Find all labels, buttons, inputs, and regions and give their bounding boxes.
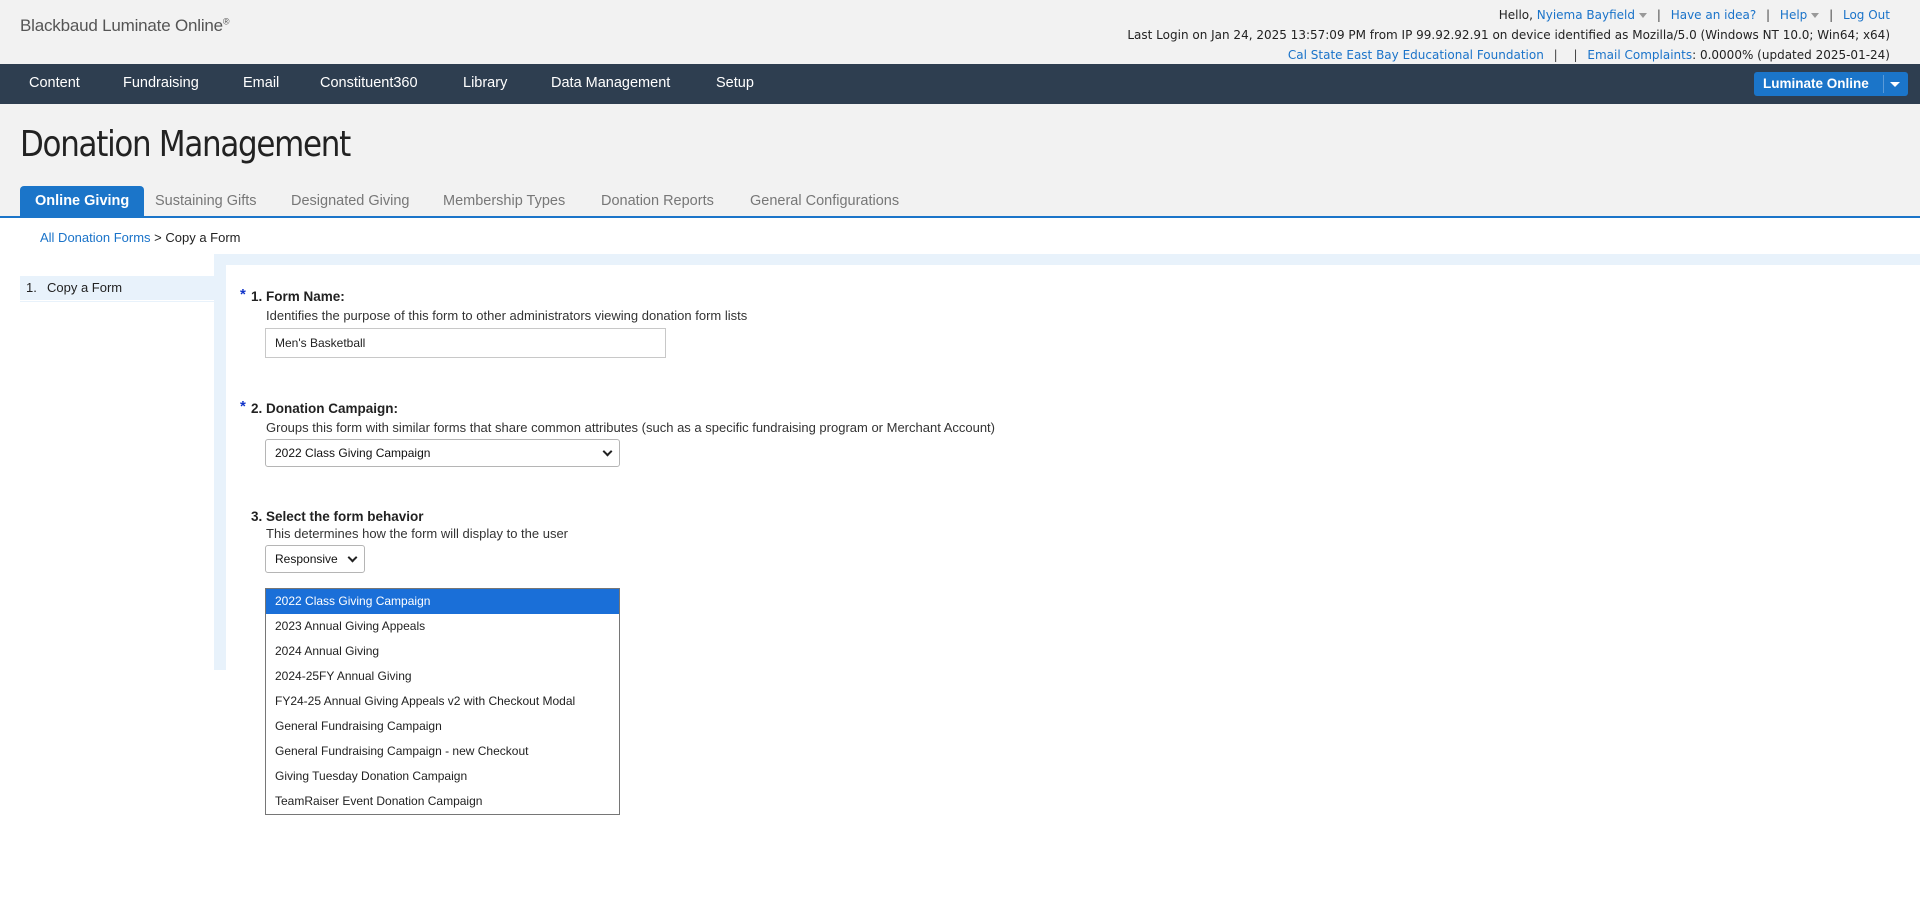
campaign-option[interactable]: General Fundraising Campaign <box>266 714 619 739</box>
nav-item-content[interactable]: Content <box>29 64 80 104</box>
step-number: 1. <box>26 280 37 295</box>
campaign-option[interactable]: TeamRaiser Event Donation Campaign <box>266 789 619 814</box>
user-links-row: Hello, Nyiema Bayfield | Have an idea? |… <box>1127 5 1890 25</box>
separator: | <box>1656 8 1661 22</box>
org-row: Cal State East Bay Educational Foundatio… <box>1127 45 1890 65</box>
content-area: All Donation Forms > Copy a Form 1. Copy… <box>0 218 1920 919</box>
form-name-label: 1. Form Name: <box>251 289 345 304</box>
form-name-help: Identifies the purpose of this form to o… <box>266 308 748 323</box>
required-marker: * <box>240 398 246 415</box>
form-panel-top-border <box>214 254 1920 265</box>
breadcrumb-link-all-donation-forms[interactable]: All Donation Forms <box>40 230 151 245</box>
step-item-copy-a-form[interactable]: 1. Copy a Form <box>20 276 214 300</box>
campaign-option[interactable]: FY24-25 Annual Giving Appeals v2 with Ch… <box>266 689 619 714</box>
logo-mark: ® <box>222 16 230 27</box>
campaign-option[interactable]: 2024-25FY Annual Giving <box>266 664 619 689</box>
form-panel-left-border <box>214 254 226 670</box>
form-behavior-help: This determines how the form will displa… <box>266 526 569 541</box>
donation-campaign-options-list[interactable]: 2022 Class Giving Campaign 2023 Annual G… <box>265 588 620 815</box>
user-name-link[interactable]: Nyiema Bayfield <box>1537 8 1635 22</box>
steps-divider <box>20 301 214 302</box>
tab-general-configurations[interactable]: General Configurations <box>750 186 899 216</box>
chevron-down-icon <box>347 552 358 563</box>
nav-item-constituent360[interactable]: Constituent360 <box>320 64 418 104</box>
form-behavior-select[interactable]: Responsive <box>265 545 365 573</box>
nav-item-setup[interactable]: Setup <box>716 64 754 104</box>
form-name-input[interactable]: Men's Basketball <box>265 328 666 358</box>
product-switcher-label: Luminate Online <box>1763 76 1869 91</box>
campaign-option[interactable]: 2022 Class Giving Campaign <box>266 589 619 614</box>
campaign-option[interactable]: General Fundraising Campaign - new Check… <box>266 739 619 764</box>
help-link[interactable]: Help <box>1780 8 1807 22</box>
product-switcher-button[interactable]: Luminate Online <box>1754 72 1908 96</box>
form-behavior-selected-value: Responsive <box>275 552 338 566</box>
campaign-option[interactable]: 2023 Annual Giving Appeals <box>266 614 619 639</box>
tab-membership-types[interactable]: Membership Types <box>443 186 565 216</box>
tab-donation-reports[interactable]: Donation Reports <box>601 186 714 216</box>
tab-designated-giving[interactable]: Designated Giving <box>291 186 410 216</box>
separator: | <box>1766 8 1771 22</box>
chevron-down-icon[interactable] <box>1890 82 1900 87</box>
tab-sustaining-gifts[interactable]: Sustaining Gifts <box>155 186 257 216</box>
chevron-down-icon <box>602 446 613 457</box>
nav-item-email[interactable]: Email <box>243 64 279 104</box>
logo-text: Blackbaud Luminate Online <box>20 16 223 35</box>
separator: | <box>1553 48 1558 62</box>
separator: | <box>1829 8 1834 22</box>
donation-campaign-help: Groups this form with similar forms that… <box>266 420 996 435</box>
app-logo[interactable]: Blackbaud Luminate Online® <box>20 16 230 36</box>
page-title: Donation Management <box>20 124 351 165</box>
hello-prefix: Hello, <box>1498 8 1533 22</box>
main-nav: Content Fundraising Email Constituent360… <box>0 64 1920 104</box>
user-info: Hello, Nyiema Bayfield | Have an idea? |… <box>1127 5 1890 65</box>
logout-link[interactable]: Log Out <box>1843 8 1890 22</box>
nav-item-data-management[interactable]: Data Management <box>551 64 670 104</box>
tab-bar: Online Giving Sustaining Gifts Designate… <box>0 186 1920 218</box>
have-idea-link[interactable]: Have an idea? <box>1671 8 1757 22</box>
org-link[interactable]: Cal State East Bay Educational Foundatio… <box>1288 48 1544 62</box>
form-behavior-label: 3. Select the form behavior <box>251 509 424 524</box>
breadcrumb: All Donation Forms > Copy a Form <box>40 230 241 245</box>
email-complaints-value: : 0.0000% (updated 2025-01-24) <box>1692 48 1890 62</box>
required-marker: * <box>240 286 246 303</box>
campaign-option[interactable]: Giving Tuesday Donation Campaign <box>266 764 619 789</box>
donation-campaign-selected-value: 2022 Class Giving Campaign <box>275 446 431 460</box>
help-caret-icon[interactable] <box>1811 13 1820 18</box>
product-switcher-divider <box>1883 75 1884 93</box>
separator: | <box>1573 48 1578 62</box>
breadcrumb-current: > Copy a Form <box>150 230 241 245</box>
donation-campaign-label: 2. Donation Campaign: <box>251 401 399 416</box>
donation-campaign-select[interactable]: 2022 Class Giving Campaign <box>265 439 620 467</box>
tab-online-giving[interactable]: Online Giving <box>20 186 145 216</box>
nav-item-library[interactable]: Library <box>463 64 507 104</box>
last-login-text: Last Login on Jan 24, 2025 13:57:09 PM f… <box>1127 28 1890 42</box>
nav-item-fundraising[interactable]: Fundraising <box>123 64 199 104</box>
email-complaints-link[interactable]: Email Complaints <box>1587 48 1692 62</box>
top-header: Blackbaud Luminate Online® Hello, Nyiema… <box>0 0 1920 64</box>
user-caret-icon[interactable] <box>1639 13 1647 18</box>
campaign-option[interactable]: 2024 Annual Giving <box>266 639 619 664</box>
step-label: Copy a Form <box>47 280 123 295</box>
